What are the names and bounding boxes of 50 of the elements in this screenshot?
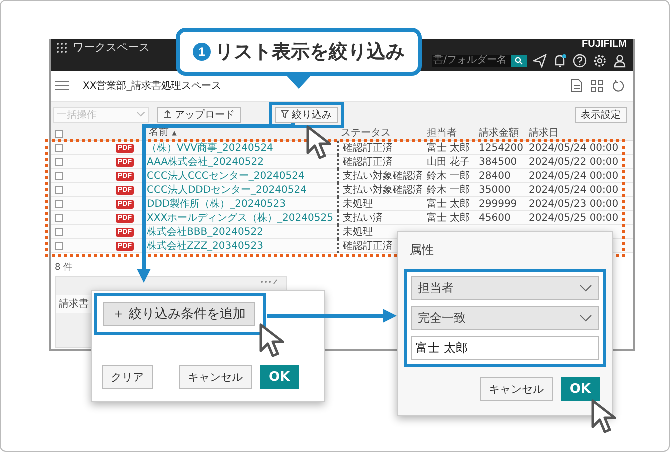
table-cell-text: 28400 (478, 170, 512, 182)
table-cell-text: 2024/05/24 00:00 (528, 142, 620, 154)
filter-button[interactable]: 絞り込み (275, 106, 338, 122)
table-cell-text: 鈴木 一郎 (426, 184, 472, 197)
logo: FUJIFILM (582, 39, 627, 50)
workspace-title: XX営業部_請求書処理スペース (83, 80, 222, 93)
file-name-link[interactable]: 株式会社BBB_20240522 (147, 225, 264, 239)
view-settings-button[interactable]: 表示設定 (575, 106, 627, 122)
search-field[interactable]: 書/フォルダー名 (432, 55, 511, 67)
table-cell-text: 富士 太郎 (426, 212, 472, 225)
file-name-link[interactable]: AAA株式会社_20240522 (147, 155, 264, 169)
table-cell-text: 鈴木 一郎 (426, 170, 472, 183)
app-title: ワークスペース (73, 40, 150, 55)
table-cell-text: 1254200 (478, 142, 525, 154)
item-count: 8 件 (55, 262, 73, 274)
table-cell-text: 2024/05/24 00:00 (528, 184, 620, 196)
table-cell-text: 2024/05/22 00:00 (528, 156, 620, 168)
column-header[interactable]: ステータス (341, 128, 391, 140)
file-name-link[interactable]: 株式会社ZZZ_20340523 (147, 239, 264, 253)
dialog-button[interactable]: クリア (102, 365, 153, 389)
table-cell-text: 35000 (478, 184, 512, 196)
file-name-link[interactable]: DDD製作所（株）_20240523 (147, 197, 286, 211)
upload-button[interactable]: アップロード (157, 106, 241, 122)
step-number: 1 (193, 43, 211, 61)
column-header[interactable]: 担当者 (427, 128, 457, 140)
file-name-link[interactable]: XXXホールディングス（株）_20240525 (147, 211, 334, 225)
callout-text: リスト表示を絞り込み (215, 40, 405, 65)
file-name-link[interactable]: CCC法人CCCセンター_20240524 (147, 169, 305, 183)
file-name-link[interactable]: CCC法人DDDセンター_20240524 (147, 183, 307, 197)
add-condition-button[interactable]: ＋ 絞り込み条件を追加 (103, 302, 256, 326)
ok-button[interactable]: OK (560, 377, 600, 401)
table-cell-text: 2024/05/23 00:00 (528, 198, 620, 210)
file-name-link[interactable]: （株）VVV商事_20240524 (147, 141, 274, 155)
table-cell-text: 45600 (478, 212, 512, 224)
table-cell-text: 富士 太郎 (426, 142, 472, 155)
value-input-field[interactable]: 富士 太郎 (411, 336, 599, 360)
panel-tab[interactable]: 請求書 (56, 295, 92, 313)
dialog-button[interactable]: キャンセル (179, 365, 252, 389)
attribute-dropdown[interactable]: 担当者 (411, 276, 599, 300)
table-cell-text: 2024/05/24 00:00 (528, 170, 620, 182)
table-cell-text: 299999 (478, 198, 518, 210)
column-header[interactable]: 請求日 (529, 128, 559, 140)
ok-button[interactable]: OK (260, 365, 300, 389)
table-cell-text: 384500 (478, 156, 518, 168)
table-cell-text: 2024/05/25 00:00 (528, 212, 620, 224)
table-cell-text: 山田 花子 (426, 156, 472, 169)
dialog-button[interactable]: キャンセル (480, 377, 553, 401)
table-cell-text: 富士 太郎 (426, 198, 472, 211)
column-header[interactable]: 請求金額 (479, 128, 519, 140)
match-dropdown[interactable]: 完全一致 (411, 306, 599, 330)
